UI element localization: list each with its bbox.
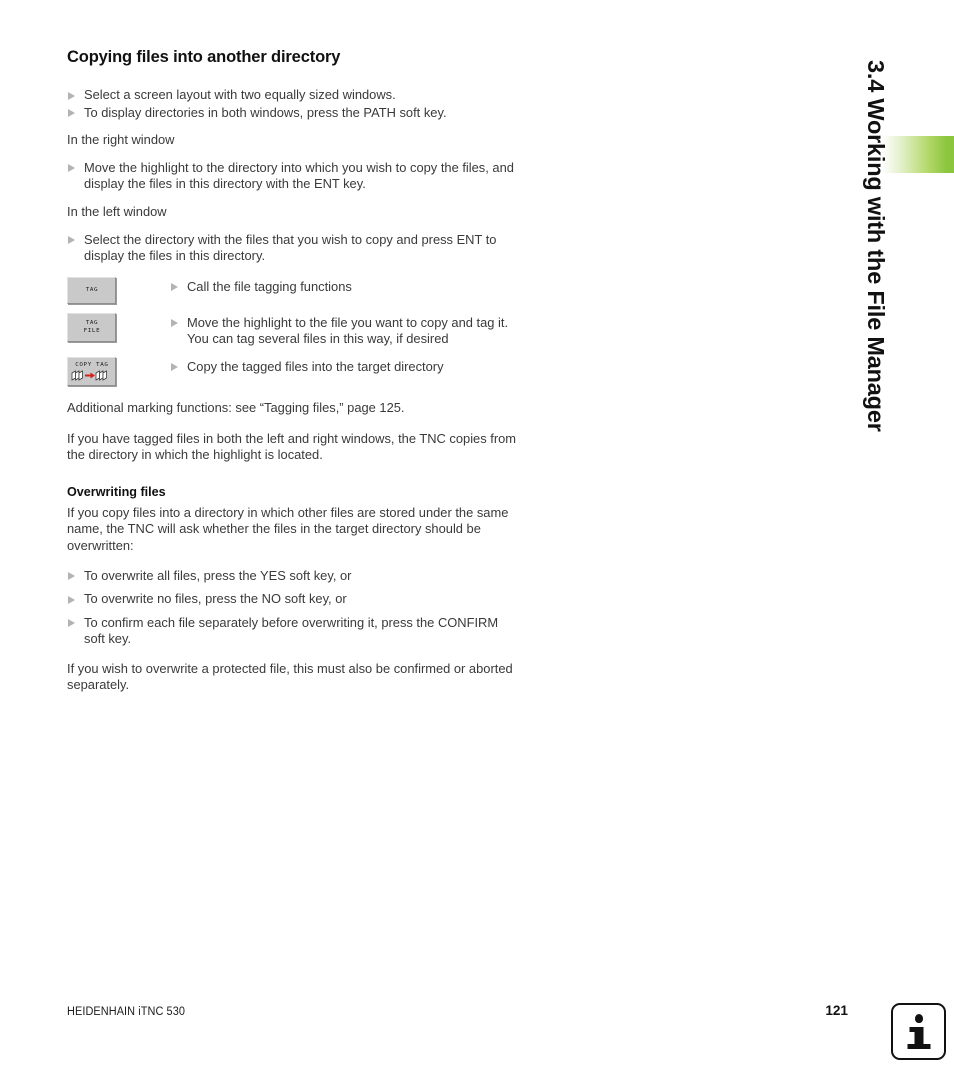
tag-softkey[interactable]: TAG (67, 276, 116, 304)
overwriting-intro-text: If you copy files into a directory in wh… (67, 504, 509, 553)
softkey-step-text-wrap: Move the highlight to the file you want … (171, 313, 522, 348)
right-window-label: In the right window (67, 132, 175, 148)
list-item-text: To confirm each file separately before o… (84, 614, 499, 647)
footer-product-name: HEIDENHAIN iTNC 530 (67, 1004, 186, 1018)
softkey-step-text-wrap: Call the file tagging functions (171, 277, 522, 296)
overwriting-closing-text: If you wish to overwrite a protected fil… (67, 660, 513, 693)
bullet-triangle-icon (68, 109, 75, 118)
list-item: To display directories in both windows, … (67, 105, 522, 122)
softkey-label: TAG (85, 320, 98, 327)
softkey-step: TAG FILE Move the highlight to the file … (67, 312, 522, 348)
softkey-label: TAG (85, 287, 98, 294)
page-content: Copying files into another directory Sel… (67, 47, 522, 705)
info-icon-base (907, 1044, 930, 1049)
softkey-step-text: Call the file tagging functions (187, 278, 352, 294)
left-window-bullet-list: Select the directory with the files that… (67, 232, 522, 265)
softkey-step: TAG Call the file tagging functions (67, 276, 522, 304)
softkey-step: COPY TAG Copy the tagged files into the … (67, 356, 522, 386)
info-icon (891, 1003, 946, 1060)
softkey-step-text: Move the highlight to the file you want … (187, 314, 509, 347)
bullet-triangle-icon (68, 236, 75, 245)
list-item: Select a screen layout with two equally … (67, 87, 522, 104)
page-title: Copying files into another directory (67, 48, 341, 66)
page-number: 121 (825, 1003, 848, 1018)
chapter-tab-highlight (877, 136, 954, 173)
intro-bullet-list: Select a screen layout with two equally … (67, 87, 522, 121)
list-item: Move the highlight to the directory into… (67, 160, 522, 193)
list-item-text: Select a screen layout with two equally … (84, 87, 396, 102)
list-item-text: To display directories in both windows, … (84, 104, 447, 120)
softkey-column: TAG (67, 276, 171, 304)
info-icon-dot (914, 1014, 923, 1023)
right-window-bullet-list: Move the highlight to the directory into… (67, 160, 522, 193)
softkey-label-second-line: FILE (83, 328, 100, 335)
overwriting-bullet-list: To overwrite all files, press the YES so… (67, 568, 522, 648)
list-item-text: To overwrite no files, press the NO soft… (84, 591, 347, 607)
softkey-column: TAG FILE (67, 312, 171, 342)
copy-files-glyph-icon (71, 370, 113, 382)
cross-reference-text: Additional marking functions: see “Taggi… (67, 399, 405, 415)
bullet-triangle-icon (171, 319, 178, 328)
bullet-triangle-icon (171, 363, 178, 372)
softkey-step-text-wrap: Copy the tagged files into the target di… (171, 357, 522, 376)
tag-file-softkey[interactable]: TAG FILE (67, 312, 116, 342)
softkey-column: COPY TAG (67, 356, 171, 386)
bullet-triangle-icon (68, 91, 75, 100)
bullet-triangle-icon (68, 595, 75, 604)
list-item-text: To overwrite all files, press the YES so… (84, 567, 352, 583)
softkey-label: COPY TAG (74, 362, 109, 369)
chapter-title-text: 3.4 Working with the File Manager (863, 60, 889, 432)
list-item-text: Move the highlight to the directory into… (84, 159, 514, 192)
bullet-triangle-icon (68, 164, 75, 173)
softkey-step-list: TAG Call the file tagging functions TAG … (67, 276, 522, 386)
softkey-step-text: Copy the tagged files into the target di… (187, 358, 444, 374)
bullet-triangle-icon (171, 283, 178, 292)
list-item: To confirm each file separately before o… (67, 615, 522, 648)
list-item: To overwrite no files, press the NO soft… (67, 591, 522, 608)
list-item: To overwrite all files, press the YES so… (67, 568, 522, 585)
copy-tagged-files-softkey[interactable]: COPY TAG (67, 356, 116, 386)
list-item-text: Select the directory with the files that… (84, 231, 497, 264)
list-item: Select the directory with the files that… (67, 232, 522, 265)
bullet-triangle-icon (68, 619, 75, 628)
bullet-triangle-icon (68, 572, 75, 580)
left-window-label: In the left window (67, 203, 167, 219)
overwriting-files-heading: Overwriting files (67, 484, 166, 499)
tagged-files-note: If you have tagged files in both the lef… (67, 430, 517, 463)
